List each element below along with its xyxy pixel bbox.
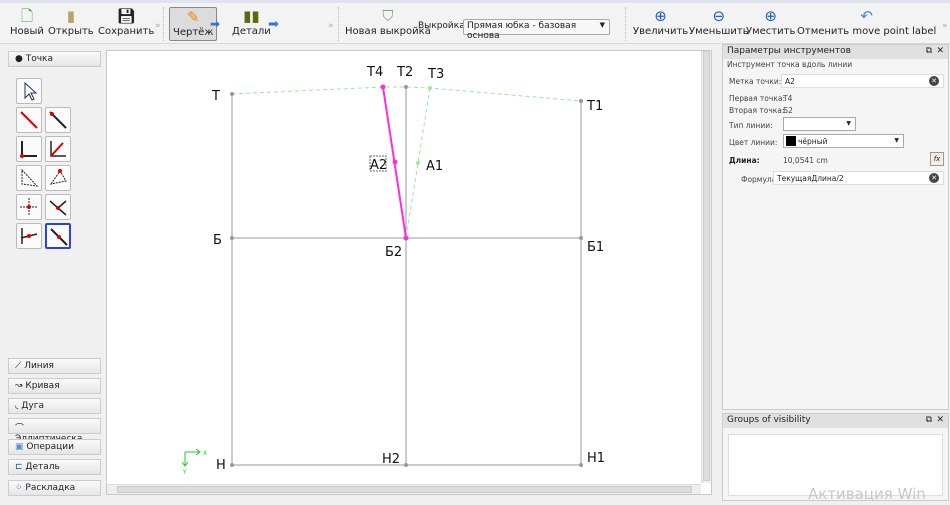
formula-caption: Формула <box>741 175 777 184</box>
axis-x-label: X <box>203 450 207 457</box>
point-A1 <box>416 161 420 165</box>
point-label[interactable]: Т4 <box>366 65 383 80</box>
second-point-value: Б2 <box>783 106 793 115</box>
line-color-caption: Цвет линии: <box>729 138 778 147</box>
close-icon[interactable]: ✕ <box>936 46 944 56</box>
point-H2 <box>404 463 408 467</box>
panel-header: Groups of visibility ⧉ ✕ <box>723 414 948 428</box>
point-label[interactable]: Т3 <box>427 67 444 82</box>
point-label-input[interactable]: А2 <box>781 74 944 88</box>
axis-origin-icon <box>181 448 201 467</box>
length-value: 10,0541 cm <box>783 156 828 165</box>
formula-editor-button[interactable]: fx <box>930 152 944 166</box>
point-B1 <box>579 236 583 240</box>
length-caption: Длина: <box>729 156 760 165</box>
point-H <box>230 463 234 467</box>
activation-watermark: Активация Win <box>808 485 926 503</box>
point-T <box>230 92 234 96</box>
point-A2 <box>392 159 398 165</box>
point-label[interactable]: Н1 <box>587 451 605 466</box>
close-icon[interactable]: ✕ <box>936 415 944 425</box>
color-swatch <box>786 136 796 146</box>
tool-title: Инструмент точка вдоль линии <box>727 60 853 69</box>
construction-lines <box>231 87 582 466</box>
point-T1 <box>579 99 583 103</box>
point-T4 <box>380 84 386 90</box>
point-T2 <box>404 85 408 89</box>
horizontal-scrollbar[interactable] <box>107 484 701 494</box>
axis-y-label: Y <box>182 469 187 476</box>
point-label[interactable]: Б1 <box>587 240 604 255</box>
point-B2 <box>403 235 409 241</box>
point-label-value: А2 <box>785 77 795 86</box>
point-label[interactable]: Т2 <box>396 65 413 80</box>
clear-icon[interactable]: ✕ <box>929 76 939 86</box>
float-icon[interactable]: ⧉ <box>926 415 932 425</box>
line-type-caption: Тип линии: <box>729 121 773 130</box>
tool-options-panel: Параметры инструментов ⧉ ✕ Инструмент точк… <box>722 44 949 410</box>
first-point-value: Т4 <box>783 94 793 103</box>
point-labels: Т Т4 Т2 Т3 Т1 А1 А2 Б Б2 Б1 Н Н2 Н1 <box>211 65 605 473</box>
first-point-caption: Первая точка: <box>729 94 785 103</box>
chevron-down-icon: ▼ <box>846 120 851 127</box>
second-point-caption: Вторая точка: <box>729 106 785 115</box>
formula-input[interactable]: ТекущаяДлина/2 <box>773 171 944 185</box>
fx-icon: fx <box>933 155 941 163</box>
point-T3 <box>428 86 432 90</box>
line-color-value: чёрный <box>798 137 828 146</box>
point-label[interactable]: Б2 <box>385 245 402 260</box>
panel-header: Параметры инструментов ⧉ ✕ <box>723 45 948 59</box>
point-label[interactable]: А1 <box>426 159 443 174</box>
panel-title: Параметры инструментов <box>727 46 851 56</box>
float-icon[interactable]: ⧉ <box>926 46 932 56</box>
clear-icon[interactable]: ✕ <box>929 173 939 183</box>
vertical-scrollbar[interactable] <box>701 51 711 483</box>
point-label[interactable]: Н2 <box>382 452 400 467</box>
line-color-select[interactable]: чёрный ▼ <box>783 134 904 148</box>
point-label[interactable]: Т1 <box>586 99 603 114</box>
point-label[interactable]: Т <box>211 89 220 104</box>
point-B <box>230 236 234 240</box>
chevron-down-icon: ▼ <box>894 137 899 144</box>
scroll-thumb[interactable] <box>703 51 710 481</box>
point-label[interactable]: Б <box>213 233 222 248</box>
panel-title: Groups of visibility <box>727 415 811 425</box>
point-label[interactable]: А2 <box>370 158 387 173</box>
point-H1 <box>579 463 583 467</box>
point-label[interactable]: Н <box>216 458 226 473</box>
formula-value: ТекущаяДлина/2 <box>777 174 844 183</box>
line-type-select[interactable]: ▼ <box>783 117 856 131</box>
point-label-caption: Метка точки: <box>729 77 782 86</box>
scroll-thumb[interactable] <box>117 486 692 493</box>
